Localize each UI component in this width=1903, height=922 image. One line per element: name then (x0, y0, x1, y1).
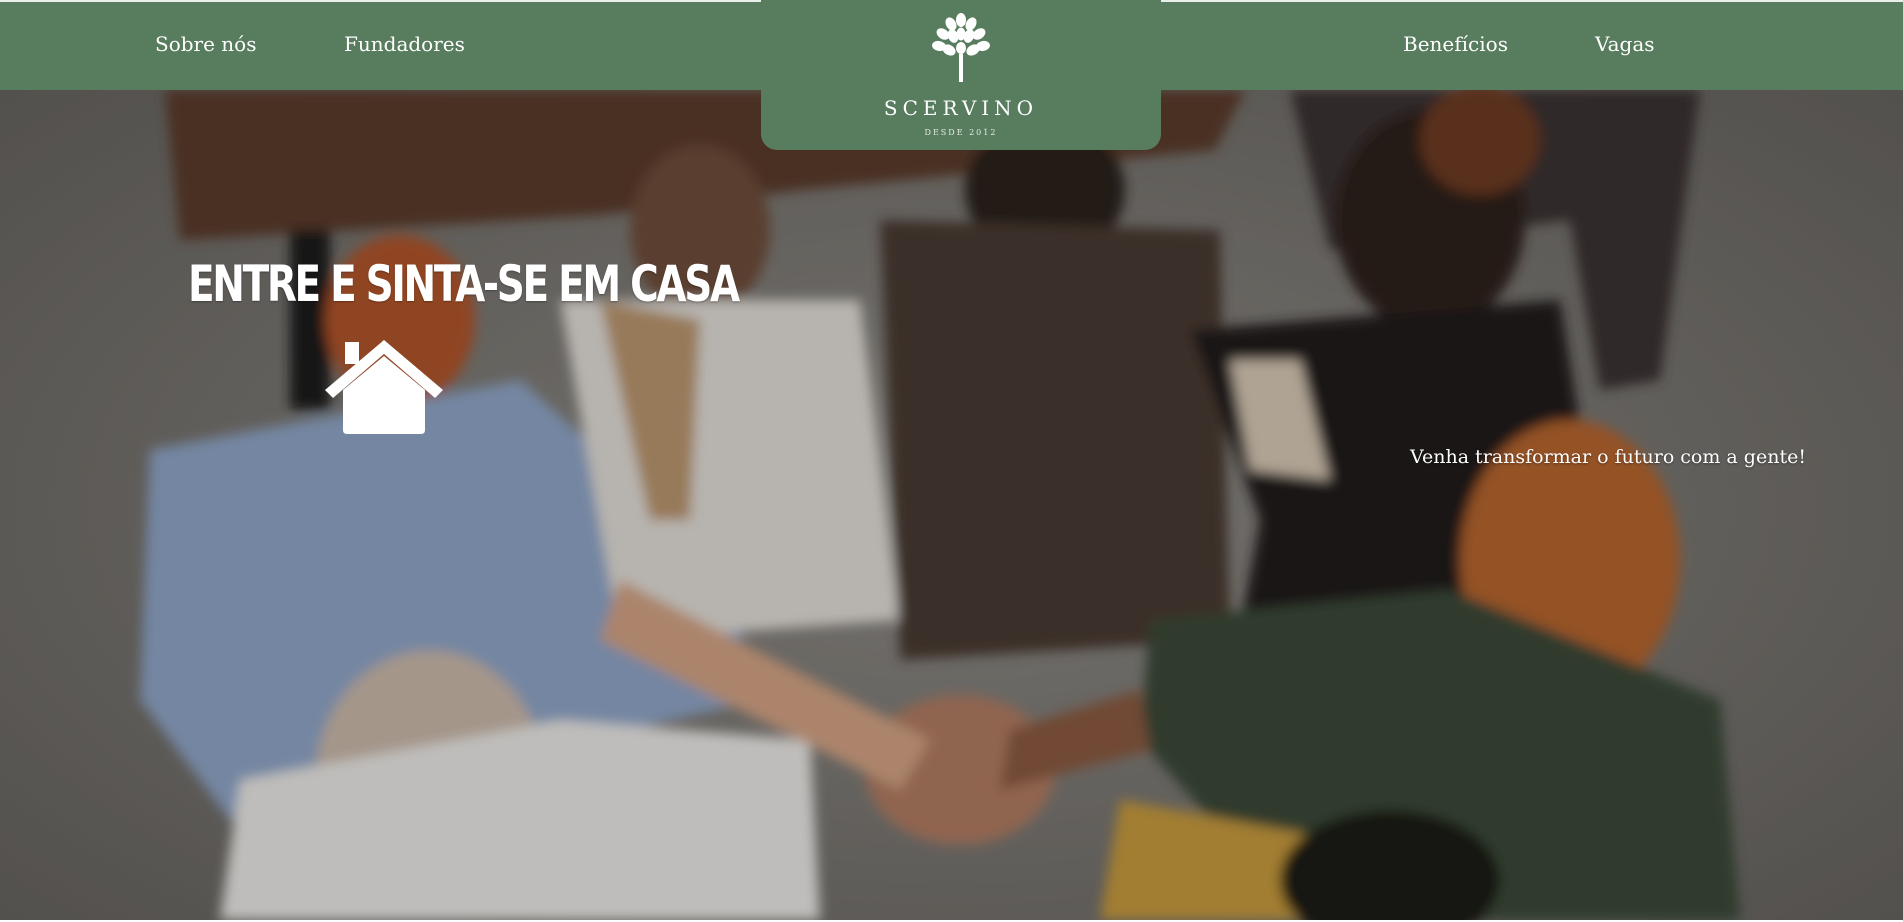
home-icon (325, 340, 443, 434)
hero-tagline: Venha transformar o futuro com a gente! (1410, 446, 1806, 468)
logo-since: DESDE 2012 (924, 128, 998, 137)
nav-link-vagas[interactable]: Vagas (1595, 32, 1655, 56)
hero-headline: ENTRE E SINTA-SE EM CASA (188, 255, 740, 313)
tree-icon (932, 13, 990, 82)
nav-link-sobre-nos[interactable]: Sobre nós (155, 32, 256, 56)
logo[interactable]: SCERVINO DESDE 2012 (761, 0, 1161, 150)
landing-page: Sobre nós Fundadores Benefícios Vagas SC… (0, 0, 1903, 922)
nav-link-fundadores[interactable]: Fundadores (344, 32, 465, 56)
logo-name: SCERVINO (883, 96, 1039, 120)
nav-link-beneficios[interactable]: Benefícios (1403, 32, 1508, 56)
